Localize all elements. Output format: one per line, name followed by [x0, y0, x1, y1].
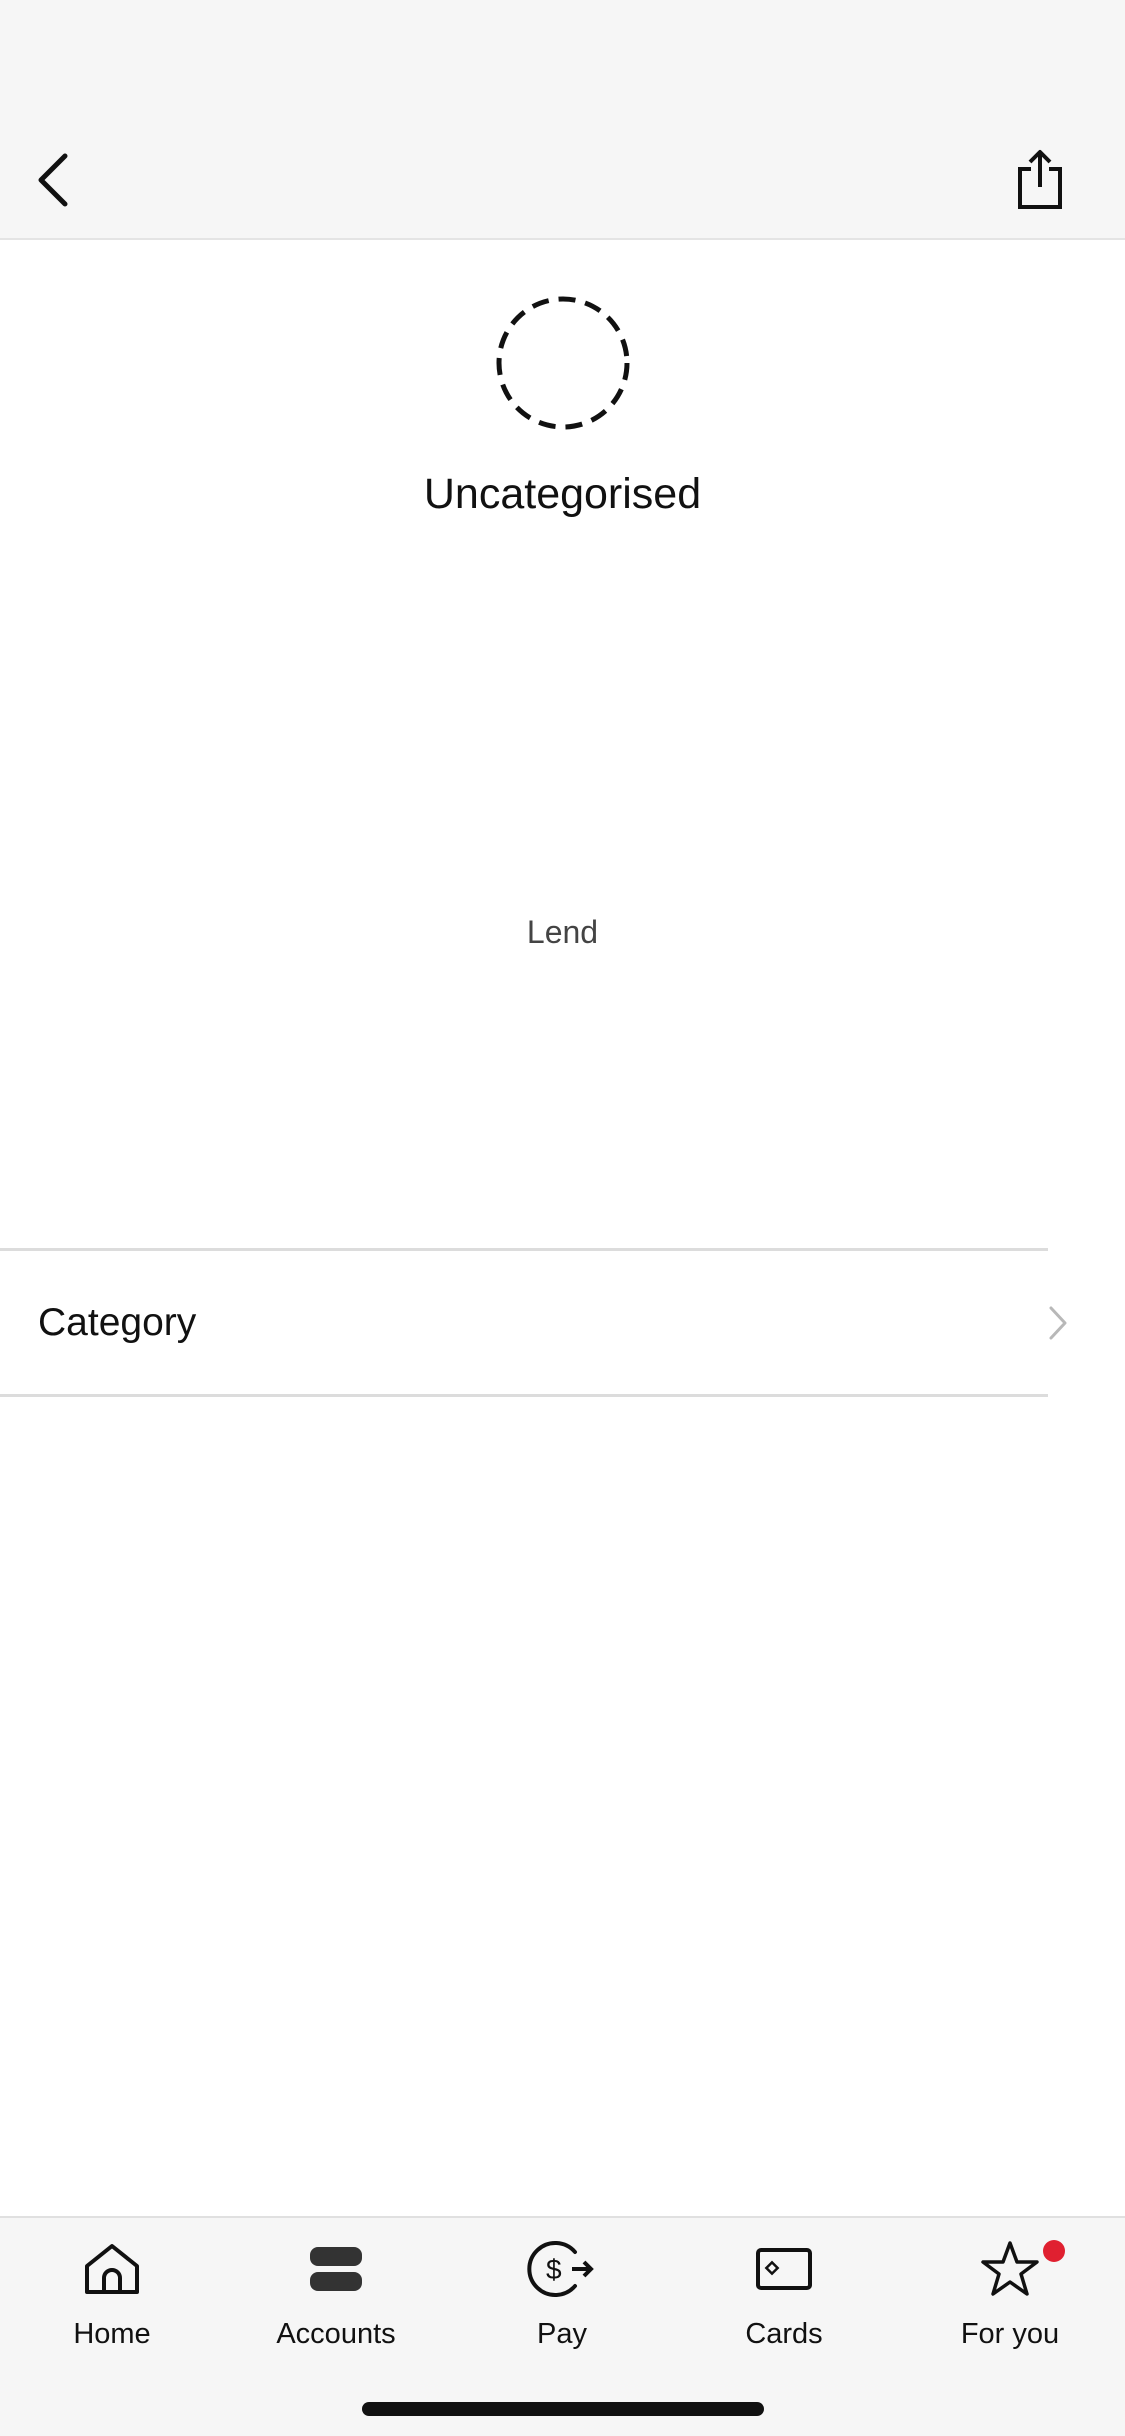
top-nav-bar [0, 0, 1125, 240]
tab-home[interactable]: Home [17, 2234, 207, 2374]
tab-label: Accounts [276, 2318, 396, 2350]
home-indicator [362, 2402, 764, 2416]
tab-label: Home [73, 2318, 151, 2350]
tab-label: Cards [745, 2318, 823, 2350]
star-icon [981, 2241, 1039, 2296]
share-button[interactable] [1008, 140, 1072, 220]
pay-icon: $ [527, 2241, 594, 2297]
tab-label: Pay [537, 2318, 587, 2350]
screen: Uncategorised Lend Category Home Account… [0, 0, 1125, 2436]
accounts-icon [310, 2247, 362, 2291]
chevron-right-icon [1049, 1306, 1067, 1339]
back-button[interactable] [22, 140, 84, 220]
notification-dot [1043, 2240, 1065, 2262]
card-icon [756, 2248, 812, 2290]
tab-accounts[interactable]: Accounts [241, 2234, 431, 2374]
tab-cards[interactable]: Cards [689, 2234, 879, 2374]
tab-pay[interactable]: $ Pay [467, 2234, 657, 2374]
divider [0, 1394, 1048, 1397]
svg-text:$: $ [546, 2254, 562, 2285]
transaction-subtext: Lend [526, 914, 599, 950]
category-row-label: Category [38, 1300, 197, 1344]
share-icon [1018, 150, 1062, 209]
dashed-circle-icon [496, 296, 630, 430]
home-icon [85, 2244, 139, 2294]
category-row[interactable]: Category [0, 1251, 1125, 1394]
chevron-left-icon [38, 153, 68, 207]
tab-for-you[interactable]: For you [915, 2234, 1105, 2374]
category-title: Uncategorised [423, 470, 702, 518]
tab-label: For you [960, 2318, 1060, 2350]
